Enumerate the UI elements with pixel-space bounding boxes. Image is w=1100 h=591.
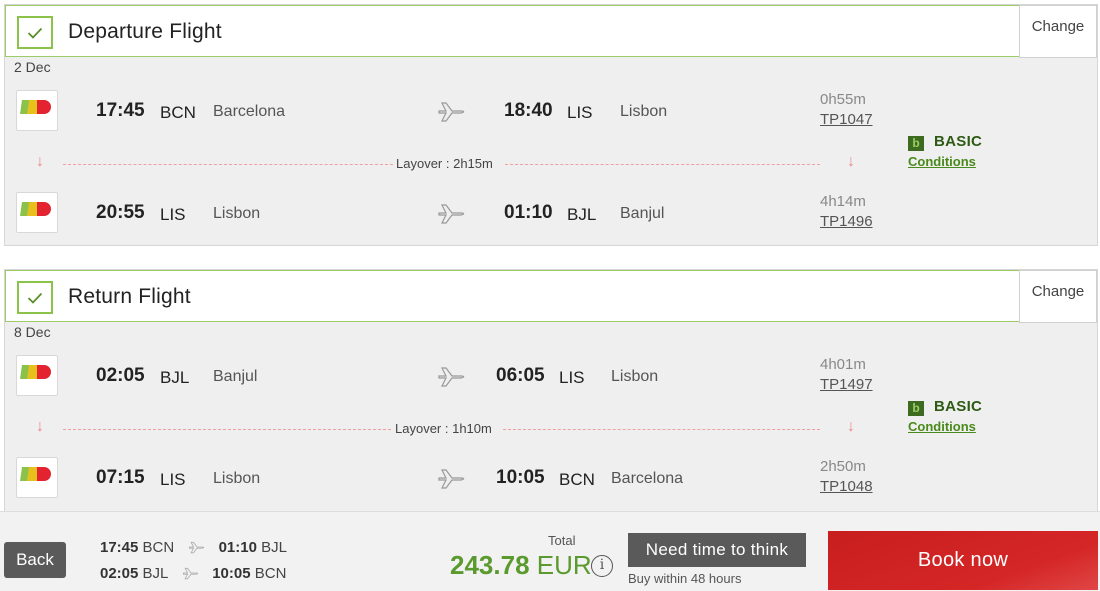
segment-duration: 0h55m: [820, 91, 866, 108]
return-flight-header: Return Flight Change: [5, 270, 1097, 323]
segment-dep-time: 20:55: [96, 202, 145, 223]
layover-divider: [63, 429, 391, 430]
segment-flight-number[interactable]: TP1047: [820, 111, 873, 128]
summary-dep-time: 02:05: [100, 565, 139, 582]
segment-flight-number[interactable]: TP1496: [820, 213, 873, 230]
segment-dep-code: BCN: [160, 103, 196, 122]
tap-logo: [16, 457, 58, 498]
down-arrow-icon: ↓: [36, 153, 44, 170]
segment-flight-number[interactable]: TP1497: [820, 376, 873, 393]
total-price: 243.78 EUR: [450, 550, 592, 581]
departure-title: Departure Flight: [68, 20, 222, 43]
departure-check-icon[interactable]: [17, 16, 53, 49]
summary-arr-code: BJL: [261, 539, 287, 556]
fare-conditions-link[interactable]: Conditions: [908, 419, 976, 434]
segment-dep-city: Lisbon: [213, 205, 261, 222]
summary-dep-code: BCN: [142, 539, 175, 556]
fare-name: BASIC: [934, 398, 983, 415]
departure-segment-1: 17:45 BCN Barcelona 18:40 LIS Lisbon 0h5…: [5, 90, 1099, 134]
departure-flight-card: Departure Flight Change 2 Dec 17:45 BCN …: [4, 4, 1098, 246]
segment-dep-code: BJL: [160, 368, 190, 387]
segment-duration: 4h14m: [820, 193, 866, 210]
summary-dep-code: BJL: [142, 565, 168, 582]
booking-summary-bar: Back 17:45 BCN 01:10 BJL 02:05 BJL 10:05…: [0, 511, 1100, 591]
segment-dep-time: 02:05: [96, 365, 145, 386]
segment-dep-time: 17:45: [96, 100, 145, 121]
segment-arr-city: Lisbon: [611, 368, 659, 385]
fare-badge-icon: b: [908, 136, 924, 151]
total-label: Total: [548, 533, 576, 548]
segment-dep-code: LIS: [160, 205, 186, 224]
info-icon[interactable]: i: [591, 555, 613, 577]
segment-arr-code: BCN: [559, 470, 595, 489]
back-button[interactable]: Back: [4, 542, 66, 578]
need-time-to-think-button[interactable]: Need time to think: [628, 533, 806, 567]
return-change-button[interactable]: Change: [1019, 270, 1097, 323]
departure-change-button[interactable]: Change: [1019, 5, 1097, 58]
plane-icon: [438, 367, 465, 387]
total-currency: EUR: [536, 550, 592, 580]
return-check-icon[interactable]: [17, 281, 53, 314]
layover-text: Layover : 1h10m: [395, 421, 492, 436]
summary-return-row: 02:05 BJL 10:05 BCN: [100, 565, 286, 582]
return-segment-1: 02:05 BJL Banjul 06:05 LIS Lisbon 4h01m …: [5, 355, 1099, 399]
fare-conditions-link[interactable]: Conditions: [908, 154, 976, 169]
tap-logo: [16, 355, 58, 396]
segment-arr-time: 06:05: [496, 365, 545, 386]
segment-arr-city: Barcelona: [611, 470, 684, 487]
plane-icon: [438, 102, 465, 122]
segment-dep-code: LIS: [160, 470, 186, 489]
departure-flight-header: Departure Flight Change: [5, 5, 1097, 58]
return-date: 8 Dec: [14, 324, 51, 340]
down-arrow-icon: ↓: [847, 153, 855, 170]
total-amount: 243.78: [450, 550, 530, 580]
plane-icon: [189, 541, 205, 554]
return-flight-card: Return Flight Change 8 Dec 02:05 BJL Ban…: [4, 269, 1098, 519]
segment-dep-city: Barcelona: [213, 103, 286, 120]
return-title: Return Flight: [68, 285, 191, 308]
summary-arr-time: 01:10: [218, 539, 257, 556]
segment-dep-time: 07:15: [96, 467, 145, 488]
segment-arr-city: Lisbon: [620, 103, 668, 120]
segment-arr-time: 01:10: [504, 202, 553, 223]
fare-badge-icon: b: [908, 401, 924, 416]
layover-divider: [505, 164, 820, 165]
segment-arr-city: Banjul: [620, 205, 665, 222]
segment-dep-city: Lisbon: [213, 470, 261, 487]
summary-arr-code: BCN: [254, 565, 287, 582]
layover-text: Layover : 2h15m: [396, 156, 493, 171]
departure-segment-2: 20:55 LIS Lisbon 01:10 BJL Banjul 4h14m …: [5, 192, 1099, 236]
return-segment-2: 07:15 LIS Lisbon 10:05 BCN Barcelona 2h5…: [5, 457, 1099, 501]
buy-within-note: Buy within 48 hours: [628, 571, 742, 586]
segment-arr-code: LIS: [559, 368, 585, 387]
down-arrow-icon: ↓: [847, 418, 855, 435]
summary-outbound-row: 17:45 BCN 01:10 BJL: [100, 539, 287, 556]
segment-arr-code: LIS: [567, 103, 593, 122]
tap-logo: [16, 192, 58, 233]
fare-name: BASIC: [934, 133, 983, 150]
plane-icon: [183, 567, 199, 580]
tap-logo: [16, 90, 58, 131]
departure-date: 2 Dec: [14, 59, 51, 75]
summary-arr-time: 10:05: [212, 565, 251, 582]
summary-dep-time: 17:45: [100, 539, 139, 556]
plane-icon: [438, 204, 465, 224]
segment-dep-city: Banjul: [213, 368, 258, 385]
down-arrow-icon: ↓: [36, 418, 44, 435]
segment-arr-time: 18:40: [504, 100, 553, 121]
segment-arr-time: 10:05: [496, 467, 545, 488]
book-now-button[interactable]: Book now: [828, 531, 1098, 590]
segment-arr-code: BJL: [567, 205, 597, 224]
layover-divider: [503, 429, 820, 430]
segment-duration: 4h01m: [820, 356, 866, 373]
segment-duration: 2h50m: [820, 458, 866, 475]
plane-icon: [438, 469, 465, 489]
segment-flight-number[interactable]: TP1048: [820, 478, 873, 495]
layover-divider: [63, 164, 393, 165]
